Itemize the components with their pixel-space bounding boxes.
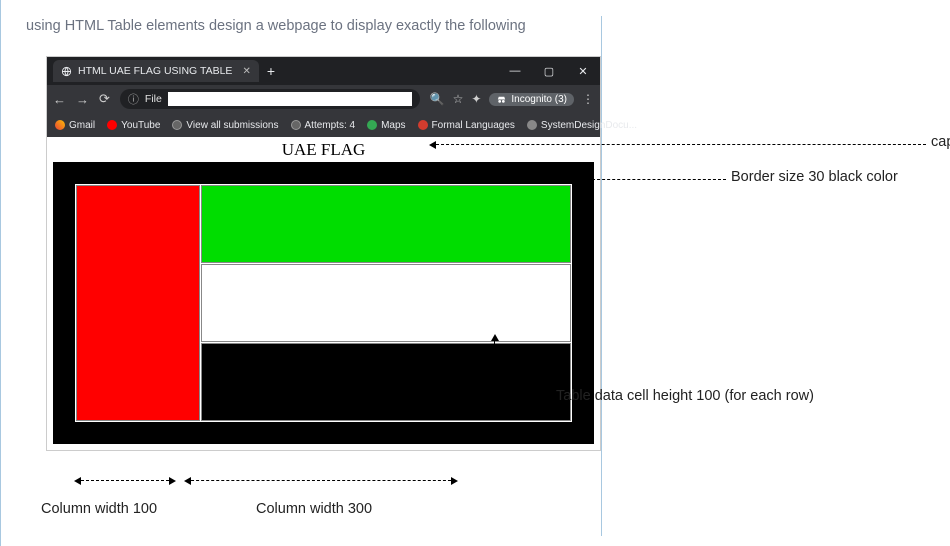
table-row: [76, 185, 571, 263]
flag-caption: UAE FLAG: [47, 137, 600, 162]
bookmark-system-design[interactable]: SystemDesignDocu...: [527, 120, 637, 131]
forward-icon[interactable]: →: [76, 92, 89, 107]
red-cell: [76, 185, 200, 421]
extension-icon[interactable]: ✦: [471, 92, 481, 106]
bookmark-maps[interactable]: Maps: [367, 120, 405, 131]
bookmarks-bar: Gmail YouTube View all submissions Attem…: [47, 113, 600, 137]
white-cell: [201, 264, 572, 342]
col-right-annotation: Column width 300: [256, 501, 372, 517]
globe-icon: [61, 66, 72, 77]
guide-line: [601, 16, 602, 536]
url-prefix: File: [145, 93, 162, 105]
info-icon: ⓘ: [128, 91, 139, 107]
bookmark-attempts[interactable]: Attempts: 4: [291, 120, 356, 131]
instruction-text: using HTML Table elements design a webpa…: [26, 18, 925, 34]
col-left-arrow: [76, 480, 174, 481]
border-annotation: Border size 30 black color: [731, 169, 898, 185]
minimize-button[interactable]: —: [498, 57, 532, 85]
maximize-button[interactable]: ▢: [532, 57, 566, 85]
tab-title: HTML UAE FLAG USING TABLE: [78, 65, 232, 77]
caption-arrow: [431, 144, 926, 145]
workspace: HTML UAE FLAG USING TABLE ✕ + — ▢ ✕ ← → …: [26, 56, 925, 526]
bookmark-formal-languages[interactable]: Formal Languages: [418, 120, 515, 131]
browser-tab[interactable]: HTML UAE FLAG USING TABLE ✕: [53, 60, 259, 82]
address-bar: ← → ⟳ ⓘ File 🔍 ☆ ✦ Incognito (3) ⋮: [47, 85, 600, 113]
incognito-badge: Incognito (3): [489, 93, 574, 106]
reload-icon[interactable]: ⟳: [99, 91, 110, 107]
caption-annotation: caption: [931, 134, 950, 150]
col-left-annotation: Column width 100: [41, 501, 157, 517]
star-icon[interactable]: ☆: [453, 92, 464, 106]
bookmark-submissions[interactable]: View all submissions: [172, 120, 278, 131]
browser-window: HTML UAE FLAG USING TABLE ✕ + — ▢ ✕ ← → …: [46, 56, 601, 451]
titlebar: HTML UAE FLAG USING TABLE ✕ + — ▢ ✕: [47, 57, 600, 85]
url-input[interactable]: [168, 92, 412, 106]
close-icon[interactable]: ✕: [242, 66, 250, 77]
new-tab-button[interactable]: +: [267, 64, 275, 78]
row-height-arrow: [494, 336, 495, 414]
flag-container: [47, 162, 600, 450]
url-box[interactable]: ⓘ File: [120, 89, 420, 109]
close-button[interactable]: ✕: [566, 57, 600, 85]
black-cell: [201, 343, 572, 421]
back-icon[interactable]: ←: [53, 92, 66, 107]
col-right-arrow: [186, 480, 456, 481]
bookmark-gmail[interactable]: Gmail: [55, 120, 95, 131]
bookmark-youtube[interactable]: YouTube: [107, 120, 160, 131]
row-height-annotation: Table data cell height 100 (for each row…: [556, 388, 814, 404]
menu-icon[interactable]: ⋮: [582, 92, 594, 106]
border-arrow: [446, 179, 726, 180]
window-controls: — ▢ ✕: [498, 57, 600, 85]
incognito-label: Incognito (3): [511, 94, 567, 105]
incognito-icon: [496, 94, 507, 105]
flag-table: [53, 162, 594, 444]
green-cell: [201, 185, 572, 263]
search-icon[interactable]: 🔍: [430, 92, 445, 106]
